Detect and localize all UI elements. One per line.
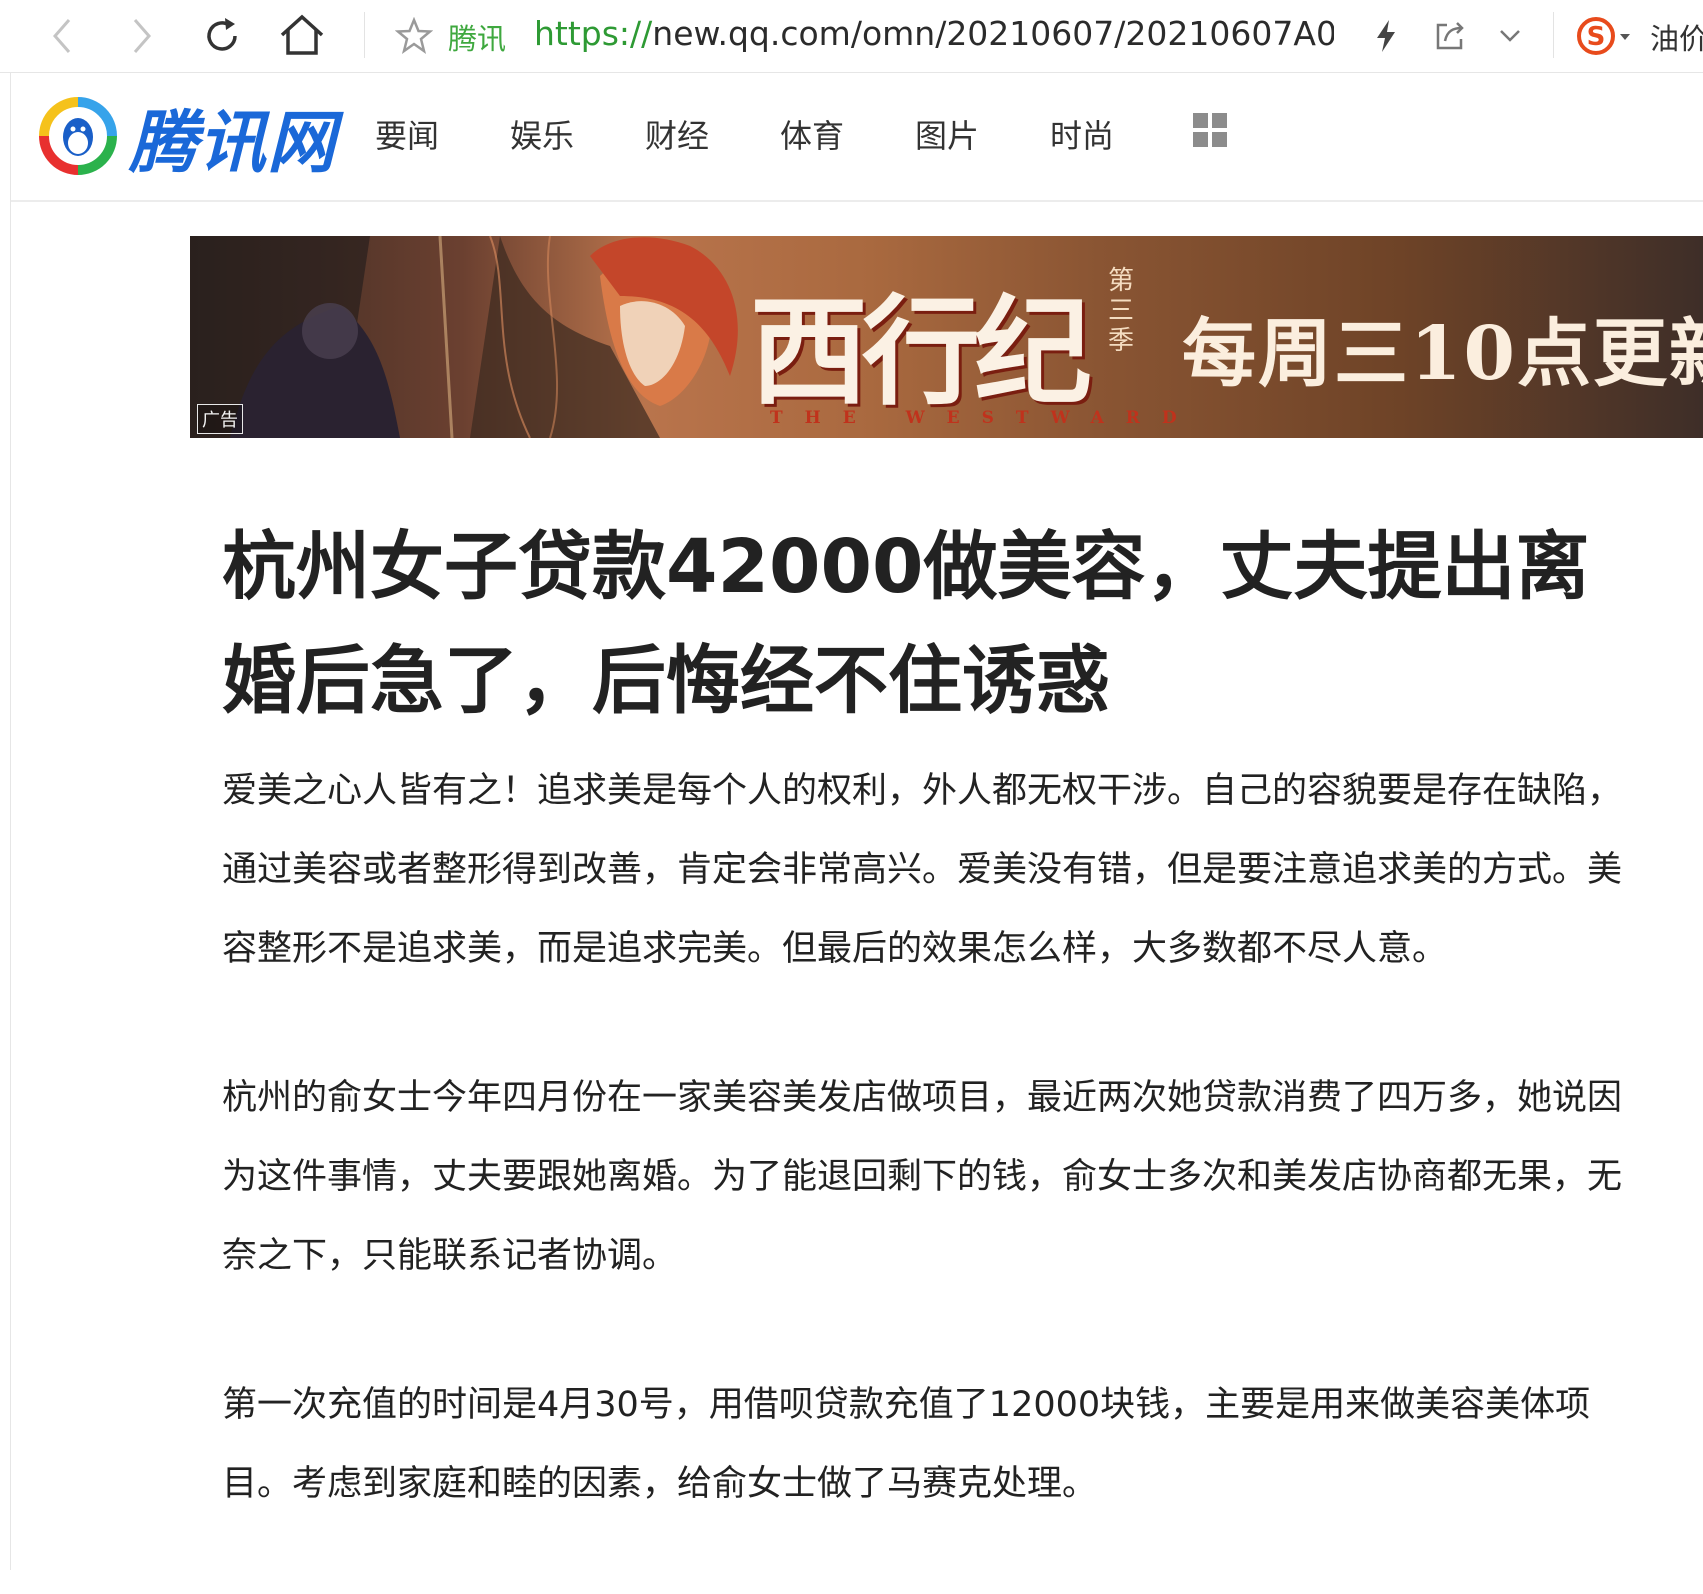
ad-season-label: 第三季 [1108,266,1135,356]
refresh-icon [207,18,237,51]
svg-text:S: S [1587,22,1606,52]
search-engine-button[interactable]: S [1574,12,1638,60]
tencent-penguin-logo-icon [39,96,117,175]
ad-title: 西行纪 [750,282,1092,421]
main-nav: 要闻 娱乐 财经 体育 图片 时尚 [375,111,1185,157]
site-header: 腾讯网 要闻 娱乐 财经 体育 图片 时尚 [11,73,1703,202]
toolbar-separator [1553,12,1554,58]
ad-banner[interactable]: 西行纪 第三季 THE WESTWARD 每周三10点更新 广告 [190,236,1703,438]
home-button[interactable] [276,10,328,60]
address-bar[interactable]: https://new.qq.com/omn/20210607/20210607… [534,14,1334,53]
ad-subtitle: THE WESTWARD [770,408,1199,428]
address-site-label: 腾讯 [448,22,507,56]
chevron-left-icon [53,19,71,53]
nav-item-news[interactable]: 要闻 [375,111,510,157]
forward-button[interactable] [120,14,164,58]
nav-item-photos[interactable]: 图片 [915,111,1050,157]
share-icon [1436,22,1464,50]
nav-item-finance[interactable]: 财经 [645,111,780,157]
more-categories-grid-icon[interactable] [1193,113,1227,147]
article-paragraph: 爱美之心人皆有之！追求美是每个人的权利，外人都无权干涉。自己的容貌要是存在缺陷，… [222,771,1623,969]
sogou-logo-icon: S [1577,17,1630,55]
home-icon [280,14,324,55]
nav-item-entertainment[interactable]: 娱乐 [510,111,645,157]
browser-toolbar: 腾讯 https://new.qq.com/omn/20210607/20210… [0,0,1703,73]
address-dropdown-button[interactable] [1490,16,1530,56]
site-logo-text: 腾讯网 [129,104,337,183]
url-scheme: https:// [534,14,653,53]
url-text: new.qq.com/omn/20210607/20210607A0DZ39 [652,14,1334,53]
chevron-right-icon [133,19,151,53]
speed-mode-button[interactable] [1366,14,1406,58]
search-hint-text[interactable]: 油价 [1650,16,1703,58]
article-title: 杭州女子贷款42000做美容，丈夫提出离婚后急了，后悔经不住诱惑 [222,524,1590,724]
share-button[interactable] [1428,14,1472,58]
article-body: 爱美之心人皆有之！追求美是每个人的权利，外人都无权干涉。自己的容貌要是存在缺陷，… [222,752,1642,1594]
back-button[interactable] [40,14,84,58]
bookmark-button[interactable] [392,14,436,58]
reload-button[interactable] [198,12,246,60]
chevron-down-icon [1500,30,1520,42]
lightning-icon [1377,20,1395,52]
article-paragraph: 杭州的俞女士今年四月份在一家美容美发店做项目，最近两次她贷款消费了四万多，她说因… [222,1078,1623,1276]
ad-label-badge: 广告 [197,404,243,434]
article-paragraph: 第一次充值的时间是4月30号，用借呗贷款充值了12000块钱，主要是用来做美容美… [222,1385,1591,1504]
window-left-border [10,72,11,1570]
toolbar-separator [364,12,365,58]
star-icon [395,17,433,54]
ad-slogan: 每周三10点更新 [1182,311,1703,397]
ad-artwork-image [190,236,738,438]
nav-item-sports[interactable]: 体育 [780,111,915,157]
nav-item-fashion[interactable]: 时尚 [1050,111,1185,157]
site-logo[interactable]: 腾讯网 [39,87,336,186]
